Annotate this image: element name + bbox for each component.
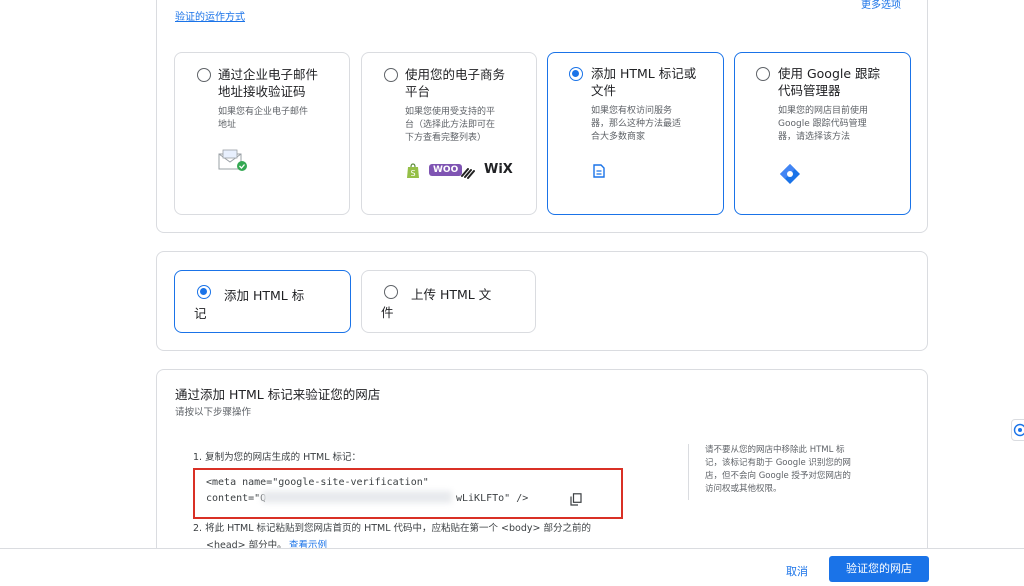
method-card-ecommerce[interactable]: 使用您的电子商务 平台 如果您使用受支持的平 台（选择此方法即可在 下方查看完整…: [361, 52, 537, 215]
method-email-title-2: 地址接收验证码: [218, 84, 306, 99]
method-html-desc-1: 如果您有权访问服务: [591, 106, 673, 116]
method-html-desc-3: 合大多数商家: [591, 132, 646, 142]
method-gtm-desc-2: Google 跟踪代码管理: [778, 119, 867, 129]
sub-option-add-tag[interactable]: 添加 HTML 标 记: [174, 270, 351, 333]
sub-option-add-tag-label-2: 记: [194, 306, 207, 321]
sub-option-add-tag-label-1: 添加 HTML 标: [224, 288, 305, 303]
more-options-link[interactable]: 更多选项: [861, 0, 901, 11]
method-html-title-2: 文件: [591, 83, 617, 98]
side-note-divider: [688, 444, 689, 500]
method-gtm-desc-1: 如果您的网店目前使用: [778, 106, 869, 116]
method-gtm-title-1: 使用 Google 跟踪: [778, 66, 881, 81]
squarespace-icon: [460, 164, 478, 183]
meta-tag-line-2-end: wLiKLFTo" />: [456, 493, 529, 504]
redacted-content: [262, 491, 452, 503]
radio-tag-manager[interactable]: [756, 67, 770, 81]
method-gtm-desc-3: 器，请选择该方法: [778, 132, 851, 142]
email-icon: [218, 148, 248, 176]
how-it-works-link[interactable]: 验证的运作方式: [175, 8, 245, 23]
svg-text:S: S: [411, 169, 416, 178]
side-note-line-2: 记，该标记有助于 Google 识别您的网: [705, 458, 851, 468]
method-html-title-1: 添加 HTML 标记或: [591, 66, 697, 81]
method-gtm-title-2: 代码管理器: [778, 83, 841, 98]
sub-option-upload-label-2: 件: [381, 305, 394, 320]
method-card-html-tag[interactable]: 添加 HTML 标记或 文件 如果您有权访问服务 器，那么这种方法最适 合大多数…: [547, 52, 724, 215]
step-1-text: 1. 复制为您的网店生成的 HTML 标记：: [193, 452, 362, 463]
radio-html-tag[interactable]: [569, 67, 583, 81]
method-email-title-1: 通过企业电子邮件: [218, 67, 319, 82]
step-2-text: 2. 将此 HTML 标记粘贴到您网店首页的 HTML 代码中，应粘贴在第一个 …: [193, 523, 591, 534]
method-ecommerce-desc-3: 下方查看完整列表）: [405, 133, 487, 143]
side-note-line-1: 请不要从您的网店中移除此 HTML 标: [705, 445, 845, 455]
method-email-desc-2: 地址: [218, 120, 237, 130]
method-card-tag-manager[interactable]: 使用 Google 跟踪 代码管理器 如果您的网店目前使用 Google 跟踪代…: [734, 52, 911, 215]
copy-icon[interactable]: [570, 491, 582, 510]
meta-tag-line-2-start: content="Q: [206, 493, 267, 504]
radio-ecommerce[interactable]: [384, 68, 398, 82]
side-note-line-4: 访问权或其他权限。: [705, 484, 782, 494]
radio-add-tag[interactable]: [197, 285, 211, 299]
method-card-email[interactable]: 通过企业电子邮件 地址接收验证码 如果您有企业电子邮件 地址: [174, 52, 350, 215]
verify-store-button[interactable]: 验证您的网店: [829, 556, 929, 582]
radio-upload-file[interactable]: [384, 285, 398, 299]
instructions-subtitle: 请按以下步骤操作: [175, 407, 252, 418]
floating-widget-icon[interactable]: [1011, 419, 1024, 441]
tag-manager-icon: [779, 163, 801, 189]
cancel-button[interactable]: 取消: [786, 563, 808, 579]
meta-tag-line-1: <meta name="google-site-verification": [206, 477, 429, 488]
wix-logo: WiX: [484, 162, 513, 177]
sub-option-upload-label-1: 上传 HTML 文: [411, 287, 492, 302]
radio-email[interactable]: [197, 68, 211, 82]
method-ecommerce-desc-2: 台（选择此方法即可在: [405, 120, 496, 130]
method-html-desc-2: 器，那么这种方法最适: [591, 119, 682, 129]
method-email-desc-1: 如果您有企业电子邮件: [218, 107, 309, 117]
method-ecommerce-title-1: 使用您的电子商务: [405, 67, 506, 82]
method-ecommerce-title-2: 平台: [405, 84, 431, 99]
method-ecommerce-desc-1: 如果您使用受支持的平: [405, 107, 496, 117]
sub-option-upload-file[interactable]: 上传 HTML 文 件: [361, 270, 536, 333]
woocommerce-logo: WOO: [429, 164, 463, 176]
document-icon: [593, 163, 605, 182]
shopify-icon: S: [406, 163, 420, 183]
side-note-line-3: 店，但不会向 Google 授予对您网店的: [705, 471, 851, 481]
instructions-title: 通过添加 HTML 标记来验证您的网店: [175, 387, 381, 402]
